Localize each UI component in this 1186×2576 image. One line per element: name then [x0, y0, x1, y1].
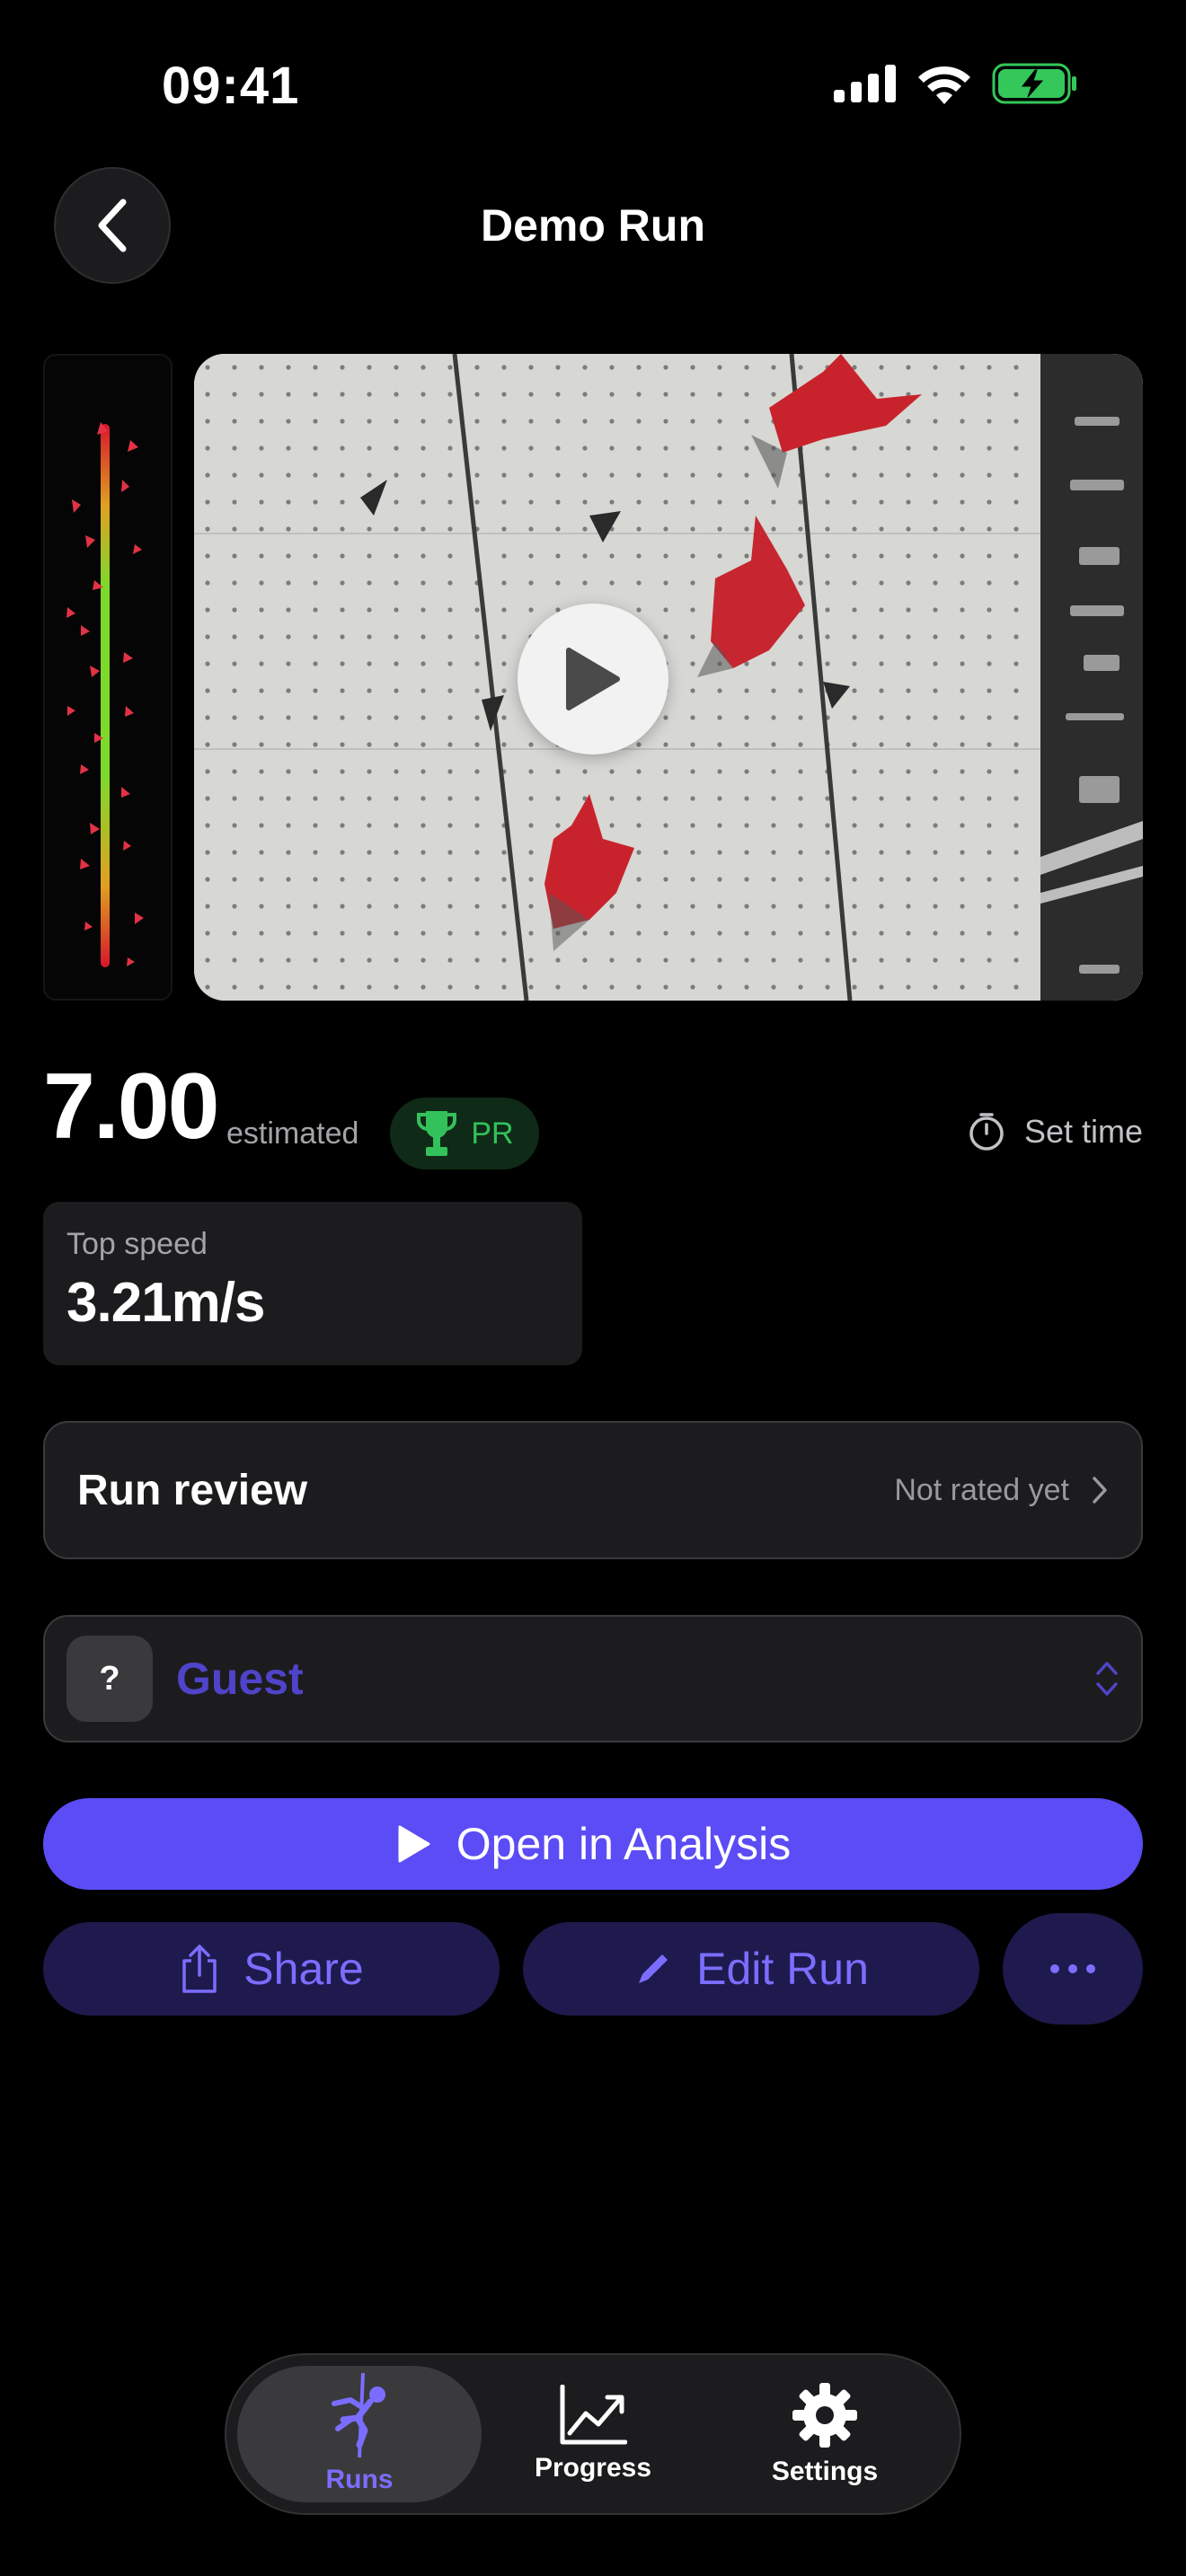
climber-picker[interactable]: ? Guest — [43, 1615, 1143, 1742]
status-icons — [834, 63, 1078, 104]
pr-badge-label: PR — [471, 1116, 514, 1151]
tab-settings-label: Settings — [771, 2457, 879, 2486]
avatar: ? — [66, 1636, 153, 1722]
open-in-analysis-button[interactable]: Open in Analysis — [43, 1798, 1143, 1890]
run-review-status: Not rated yet — [894, 1472, 1069, 1507]
page-title: Demo Run — [481, 200, 705, 251]
play-button[interactable] — [518, 604, 668, 754]
chart-icon — [560, 2385, 627, 2445]
run-time: 7.00 — [43, 1054, 219, 1159]
climber-name: Guest — [176, 1654, 304, 1704]
pencil-icon — [639, 1954, 668, 1983]
tab-progress[interactable]: Progress — [471, 2355, 715, 2513]
play-icon — [566, 648, 620, 710]
tab-bar: Runs Progress Settings — [225, 2353, 961, 2515]
signal-icon — [834, 65, 896, 102]
tab-progress-label: Progress — [534, 2453, 652, 2483]
run-review-status-wrap: Not rated yet — [894, 1473, 1109, 1508]
share-icon — [182, 1945, 217, 1993]
trophy-icon — [417, 1111, 457, 1156]
open-in-analysis-label: Open in Analysis — [456, 1819, 792, 1869]
tab-settings[interactable]: Settings — [703, 2355, 947, 2513]
ellipsis-icon — [1050, 1964, 1095, 1973]
top-speed-card: Top speed 3.21m/s — [43, 1202, 582, 1365]
share-label: Share — [243, 1944, 364, 1994]
top-speed-value: 3.21m/s — [66, 1272, 266, 1334]
video-frame — [194, 354, 1143, 1001]
edit-run-label: Edit Run — [696, 1944, 869, 1994]
climber-icon — [332, 2373, 385, 2457]
tab-runs[interactable]: Runs — [237, 2366, 482, 2502]
battery-icon — [992, 63, 1076, 104]
run-review-row[interactable]: Run review Not rated yet — [43, 1421, 1143, 1559]
status-time: 09:41 — [162, 57, 300, 115]
time-qualifier: estimated — [226, 1116, 359, 1151]
more-button[interactable] — [1003, 1913, 1143, 2025]
route-trace-thumbnail[interactable] — [43, 354, 173, 1001]
set-time-button[interactable]: Set time — [969, 1112, 1143, 1151]
chevron-right-icon — [1093, 1477, 1107, 1504]
tab-runs-label: Runs — [325, 2465, 394, 2494]
gear-icon — [792, 2383, 857, 2448]
set-time-label: Set time — [1023, 1113, 1143, 1150]
chevron-up-down-icon — [1096, 1662, 1118, 1696]
pr-badge: PR — [390, 1098, 539, 1169]
top-speed-label: Top speed — [66, 1227, 208, 1261]
wifi-icon — [918, 66, 970, 104]
edit-run-button[interactable]: Edit Run — [523, 1922, 979, 2016]
stopwatch-icon — [969, 1113, 1004, 1151]
share-button[interactable]: Share — [43, 1922, 500, 2016]
play-icon — [398, 1825, 430, 1863]
video-preview[interactable] — [194, 354, 1143, 1001]
run-review-title: Run review — [77, 1466, 308, 1514]
